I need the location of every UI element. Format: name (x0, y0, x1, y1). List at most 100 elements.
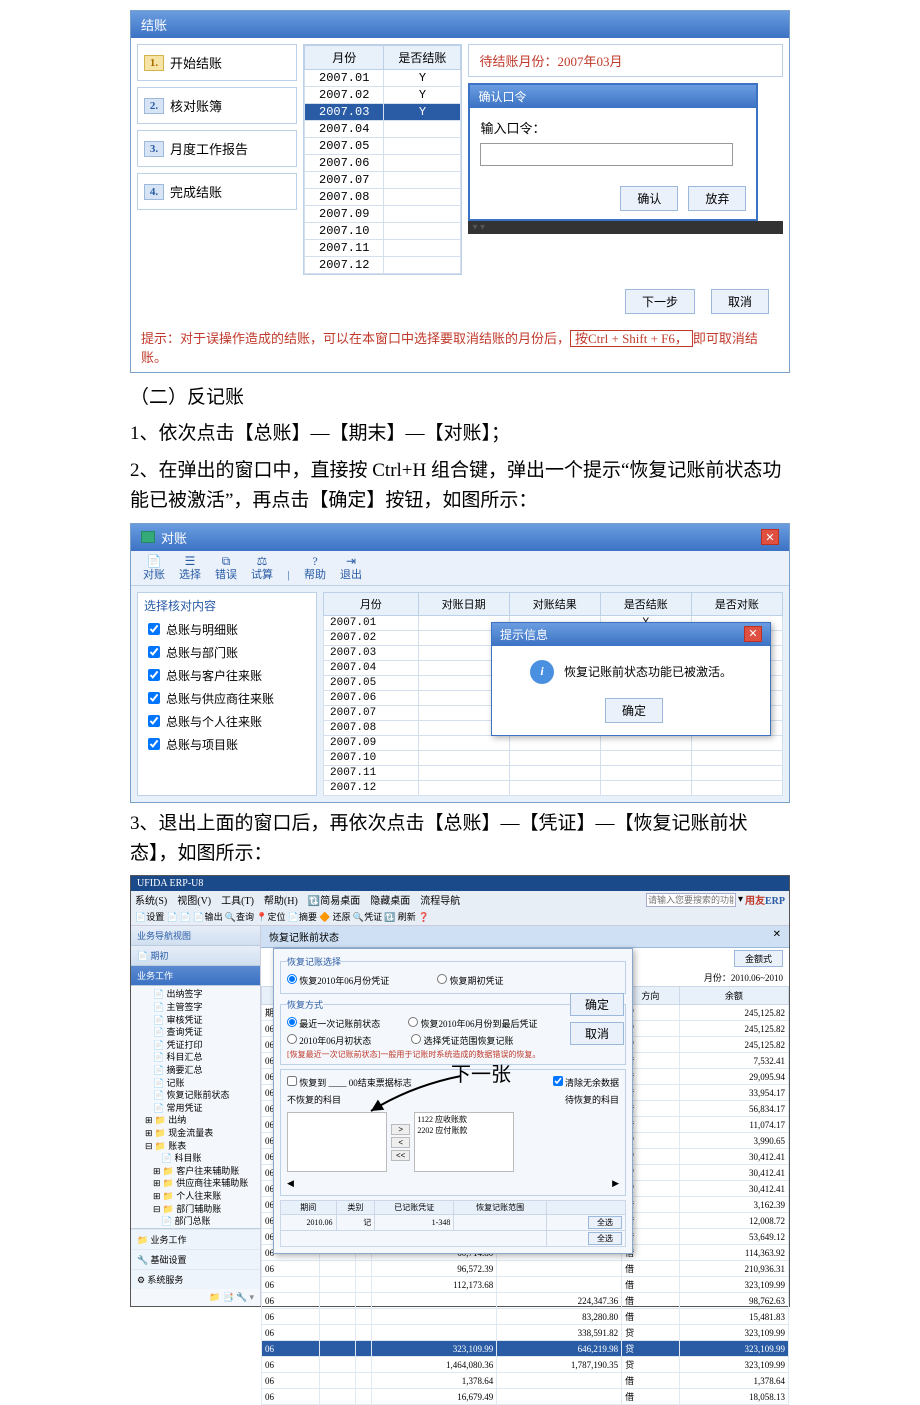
tree-item[interactable]: ⊞ 📁 个人往来账 (131, 1190, 260, 1203)
tree-item[interactable]: ⊟ 📁 账表 (131, 1140, 260, 1153)
tb-exit[interactable]: ⇥退出 (334, 553, 368, 583)
month-row[interactable]: 2007.09 (324, 735, 783, 750)
month-row[interactable]: 2007.08 (305, 189, 461, 206)
month-row[interactable]: 2007.03Y (305, 104, 461, 121)
radio-restore-init[interactable]: 恢复期初凭证 (437, 974, 503, 987)
month-row[interactable]: 2007.10 (305, 223, 461, 240)
step-2[interactable]: 2.核对账簿 (137, 87, 297, 124)
radio-last-state[interactable]: 最近一次记账前状态 (287, 1017, 380, 1030)
tb-reconcile[interactable]: 📄对账 (137, 553, 171, 583)
nav-bottom-item[interactable]: ⚙ 系统服务 (131, 1269, 260, 1289)
tree-item[interactable]: 📄 审核凭证 (131, 1014, 260, 1027)
radio-select-range[interactable]: 选择凭证范围恢复记账 (411, 1034, 513, 1047)
tree-item[interactable]: 📄 主管签字 (131, 1001, 260, 1014)
ledger-row[interactable]: 0696,572.39借210,936.31 (262, 1261, 789, 1277)
month-row[interactable]: 2007.06 (305, 155, 461, 172)
menu-flow[interactable]: 流程导航 (420, 892, 460, 907)
move-right-icon[interactable]: > (391, 1124, 410, 1135)
month-row[interactable]: 2007.09 (305, 206, 461, 223)
month-row[interactable]: 2007.01Y (305, 70, 461, 87)
nav-sub2[interactable]: 业务工作 (131, 966, 260, 986)
amount-mode-button[interactable]: 金额式 (734, 950, 783, 967)
tree-item[interactable]: 📄 记账 (131, 1077, 260, 1090)
menu-hide[interactable]: 隐藏桌面 (370, 892, 410, 907)
nav-sub1[interactable]: 📄 期初 (131, 946, 260, 966)
menu-system[interactable]: 系统(S) (135, 892, 167, 907)
tree-item[interactable]: ⊟ 📁 部门辅助账 (131, 1203, 260, 1216)
cancel-button[interactable]: 取消 (711, 289, 769, 314)
ledger-row[interactable]: 06338,591.82贷323,109.99 (262, 1325, 789, 1341)
search-dropdown-icon[interactable]: ▾ (738, 894, 743, 905)
toolbar[interactable]: 📄设置 📄 📄 📄输出 🔍查询 📍定位 📄摘要 🔶 还原 🔍凭证 🔃 刷新 ❓ (131, 908, 789, 926)
abandon-button[interactable]: 放弃 (688, 186, 746, 211)
tb-trial[interactable]: ⚖试算 (245, 553, 279, 583)
ledger-row[interactable]: 06323,109.99646,219.98贷323,109.99 (262, 1341, 789, 1357)
tree-item[interactable]: 📄 部门总账 (131, 1215, 260, 1228)
tb-error[interactable]: ⧉错误 (209, 553, 243, 583)
tree-item[interactable]: ⊞ 📁 供应商往来辅助账 (131, 1177, 260, 1190)
clear-empty-checkbox[interactable]: 清除无余数据 (553, 1076, 619, 1089)
tree-item[interactable]: ⊞ 📁 出纳 (131, 1114, 260, 1127)
ledger-row[interactable]: 061,378.64借1,378.64 (262, 1373, 789, 1389)
tree-item[interactable]: 📄 查询凭证 (131, 1026, 260, 1039)
month-row[interactable]: 2007.05 (305, 138, 461, 155)
nav-bottom-item[interactable]: 📁 业务工作 (131, 1229, 260, 1249)
nav-bottom-item[interactable]: 🔧 基础设置 (131, 1249, 260, 1269)
month-row[interactable]: 2007.10 (324, 750, 783, 765)
month-row[interactable]: 2007.11 (305, 240, 461, 257)
select-all-button[interactable]: 全选 (588, 1216, 622, 1229)
month-row[interactable]: 2007.12 (324, 780, 783, 795)
month-row[interactable]: 2007.11 (324, 765, 783, 780)
confirm-button[interactable]: 确认 (620, 186, 678, 211)
menu-desktop[interactable]: 🔃简易桌面 (308, 892, 360, 907)
search-input[interactable] (646, 893, 736, 907)
ledger-row[interactable]: 06224,347.36借98,762.63 (262, 1293, 789, 1309)
tab-close-icon[interactable]: ✕ (773, 929, 781, 944)
radio-restore-month[interactable]: 恢复2010年06月份凭证 (287, 974, 389, 987)
check-option[interactable]: 总账与部门账 (138, 641, 316, 664)
tb-help[interactable]: ?帮助 (298, 553, 332, 583)
password-input[interactable] (480, 143, 733, 166)
check-option[interactable]: 总账与项目账 (138, 733, 316, 756)
ledger-row[interactable]: 0616,679.49借18,058.13 (262, 1389, 789, 1405)
tree-item[interactable]: 📄 恢复记账前状态 (131, 1089, 260, 1102)
no-restore-list[interactable] (287, 1112, 387, 1172)
tree-item[interactable]: 📄 科目汇总 (131, 1051, 260, 1064)
close-icon[interactable]: ✕ (761, 529, 779, 545)
tree-item[interactable]: 📄 凭证打印 (131, 1039, 260, 1052)
next-button[interactable]: 下一步 (625, 289, 695, 314)
tree-item[interactable]: 📄 摘要汇总 (131, 1064, 260, 1077)
cancel-button[interactable]: 取消 (570, 1022, 624, 1045)
month-row[interactable]: 2007.07 (305, 172, 461, 189)
check-option[interactable]: 总账与明细账 (138, 618, 316, 641)
radio-month-begin[interactable]: 2010年06月初状态 (287, 1034, 371, 1047)
tree-item[interactable]: ⊞ 📁 客户往来辅助账 (131, 1165, 260, 1178)
menu-view[interactable]: 视图(V) (177, 892, 211, 907)
ok-button[interactable]: 确定 (570, 993, 624, 1016)
select-all-button-2[interactable]: 全选 (588, 1232, 622, 1245)
step-4[interactable]: 4.完成结账 (137, 173, 297, 210)
move-all-left-icon[interactable]: << (391, 1150, 410, 1161)
step-1[interactable]: 1.开始结账 (137, 44, 297, 81)
step-3[interactable]: 3.月度工作报告 (137, 130, 297, 167)
menu-tools[interactable]: 工具(T) (221, 892, 254, 907)
tb-select[interactable]: ☰选择 (173, 553, 207, 583)
radio-to-last-voucher[interactable]: 恢复2010年06月份到最后凭证 (408, 1017, 537, 1030)
tree-item[interactable]: ⊞ 📁 现金流量表 (131, 1127, 260, 1140)
ok-button[interactable]: 确定 (605, 698, 663, 723)
ledger-row[interactable]: 0683,280.80借15,481.83 (262, 1309, 789, 1325)
menu-help[interactable]: 帮助(H) (264, 892, 298, 907)
tree-item[interactable]: 📄 常用凭证 (131, 1102, 260, 1115)
to-restore-list[interactable]: 1122 应收账款 2202 应付账款 (414, 1112, 514, 1172)
check-option[interactable]: 总账与客户往来账 (138, 664, 316, 687)
check-option[interactable]: 总账与个人往来账 (138, 710, 316, 733)
ledger-row[interactable]: 06112,173.68借323,109.99 (262, 1277, 789, 1293)
month-row[interactable]: 2007.02Y (305, 87, 461, 104)
check-option[interactable]: 总账与供应商往来账 (138, 687, 316, 710)
restore-to-checkbox[interactable]: 恢复到 ____ 00结束票据标志 (287, 1076, 412, 1089)
tab-restore[interactable]: 恢复记账前状态 (269, 929, 339, 944)
month-row[interactable]: 2007.04 (305, 121, 461, 138)
tree-item[interactable]: 📄 科目账 (131, 1152, 260, 1165)
close-icon[interactable]: ✕ (744, 626, 762, 642)
month-row[interactable]: 2007.12 (305, 257, 461, 274)
